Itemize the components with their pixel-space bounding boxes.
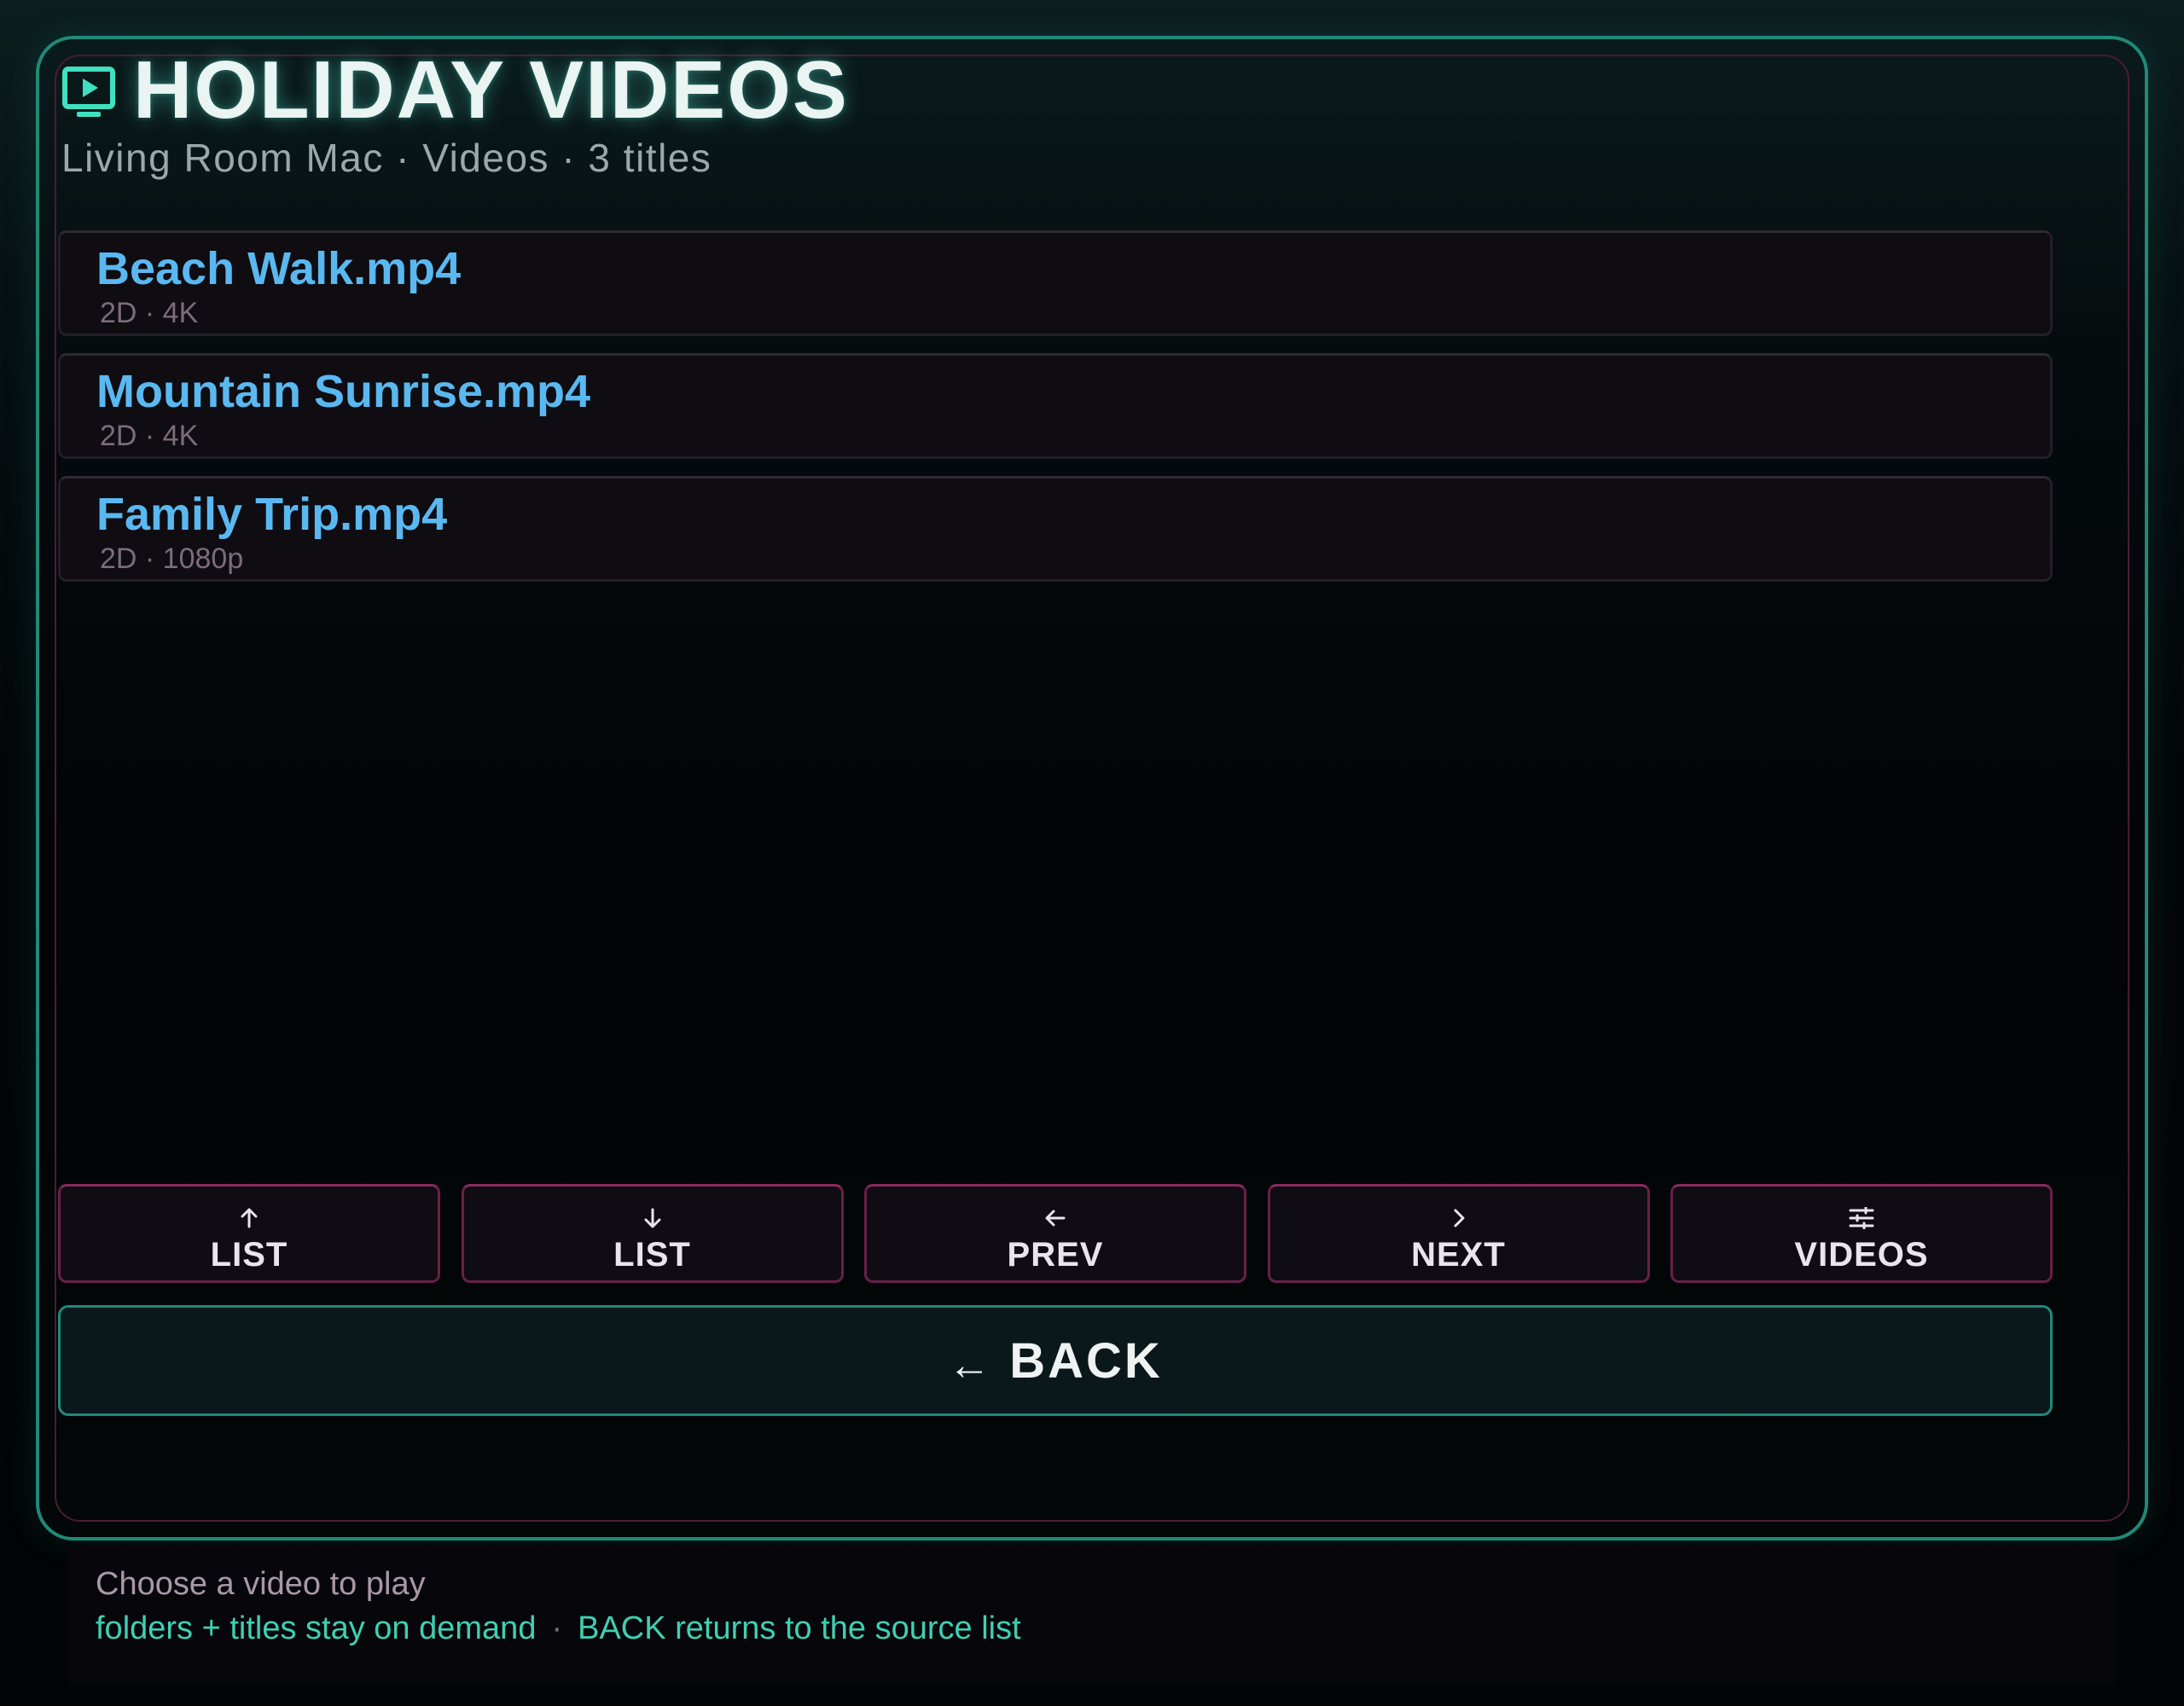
page-subtitle: Living Room Mac · Videos · 3 titles — [61, 136, 712, 180]
tip-separator: · — [551, 1610, 563, 1646]
video-meta: 2D · 1080p — [100, 543, 244, 575]
hint-panel: Choose a video to play folders + titles … — [68, 1546, 2116, 1684]
video-title: Beach Walk.mp4 — [96, 243, 462, 294]
video-meta: 2D · 4K — [100, 297, 199, 329]
tip-right: BACK returns to the source list — [578, 1610, 1021, 1646]
video-meta: 2D · 4K — [100, 420, 199, 452]
tip-left: folders + titles stay on demand — [96, 1610, 537, 1646]
video-item[interactable]: Mountain Sunrise.mp4 2D · 4K — [58, 353, 2053, 459]
video-list: Beach Walk.mp4 2D · 4K Mountain Sunrise.… — [58, 230, 2053, 599]
back-button[interactable]: ← BACK — [58, 1305, 2053, 1416]
hint-text: Choose a video to play — [96, 1566, 426, 1602]
next-button[interactable]: NEXT — [1267, 1184, 1650, 1283]
page-header: HOLIDAY VIDEOS — [61, 49, 849, 131]
video-title: Mountain Sunrise.mp4 — [96, 366, 591, 417]
video-item[interactable]: Beach Walk.mp4 2D · 4K — [58, 230, 2053, 336]
arrow-down-icon — [644, 1208, 660, 1228]
list-down-button[interactable]: LIST — [461, 1184, 844, 1283]
arrow-left-icon — [1045, 1210, 1066, 1227]
button-label: NEXT — [1411, 1236, 1506, 1274]
arrow-up-icon — [241, 1208, 258, 1228]
videos-button[interactable]: VIDEOS — [1670, 1184, 2053, 1283]
arrow-left-icon: ← — [948, 1341, 991, 1389]
list-up-button[interactable]: LIST — [58, 1184, 440, 1283]
video-title: Family Trip.mp4 — [96, 489, 448, 540]
chevron-right-icon — [1454, 1209, 1464, 1227]
video-item[interactable]: Family Trip.mp4 2D · 1080p — [58, 476, 2053, 582]
button-label: PREV — [1007, 1236, 1104, 1274]
back-label: BACK — [1009, 1332, 1163, 1389]
prev-button[interactable]: PREV — [864, 1184, 1246, 1283]
tv-play-icon — [62, 67, 115, 117]
button-label: VIDEOS — [1794, 1236, 1929, 1274]
control-bar: LIST LIST PREV NEXT VIDEOS — [58, 1184, 2053, 1283]
button-label: LIST — [613, 1236, 691, 1274]
tip-line: folders + titles stay on demand · BACK ret… — [96, 1610, 1021, 1647]
sliders-icon — [1849, 1207, 1874, 1229]
page-title: HOLIDAY VIDEOS — [133, 44, 849, 136]
button-label: LIST — [210, 1236, 288, 1274]
